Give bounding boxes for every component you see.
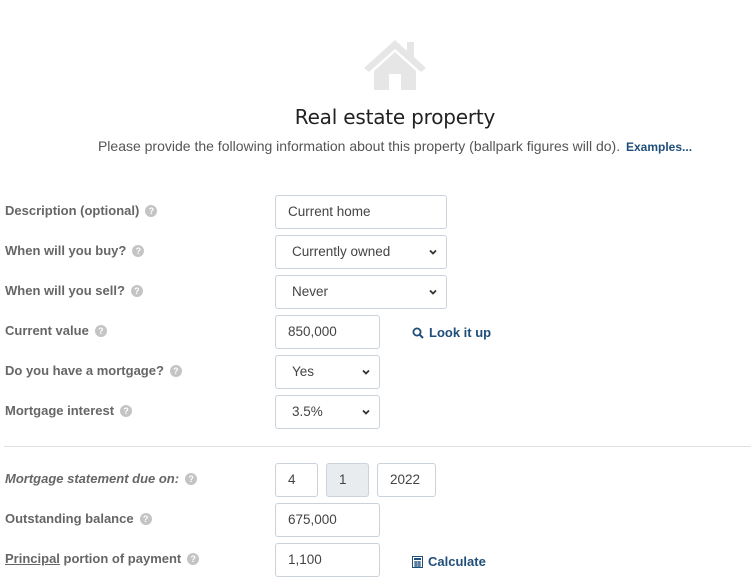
statement-day-input: 1 bbox=[326, 463, 369, 497]
subtitle-text: Please provide the following information… bbox=[97, 138, 621, 154]
look-it-up-link[interactable]: Look it up bbox=[412, 325, 491, 340]
buy-select[interactable]: Currently owned bbox=[275, 235, 447, 269]
sell-select[interactable]: Never bbox=[275, 275, 447, 309]
chevron-down-icon bbox=[362, 369, 370, 375]
description-row: Description (optional)? Current home bbox=[0, 195, 751, 229]
current-value-label-text: Current value bbox=[5, 323, 89, 338]
mortgage-select[interactable]: Yes bbox=[275, 355, 380, 389]
buy-select-value: Currently owned bbox=[292, 244, 391, 259]
interest-select-value: 3.5% bbox=[292, 404, 323, 419]
balance-label: Outstanding balance? bbox=[5, 511, 152, 526]
interest-select[interactable]: 3.5% bbox=[275, 395, 380, 429]
balance-row: Outstanding balance? 675,000 bbox=[0, 503, 751, 537]
mortgage-label: Do you have a mortgage?? bbox=[5, 363, 182, 378]
mortgage-label-text: Do you have a mortgage? bbox=[5, 363, 164, 378]
sell-select-value: Never bbox=[292, 284, 329, 299]
help-icon[interactable]: ? bbox=[185, 473, 198, 485]
description-label-text: Description (optional) bbox=[5, 203, 140, 218]
statement-due-label: Mortgage statement due on:? bbox=[5, 471, 198, 486]
section-divider bbox=[4, 446, 751, 447]
sell-label-text: When will you sell? bbox=[5, 283, 125, 298]
chevron-down-icon bbox=[429, 249, 437, 255]
interest-row: Mortgage interest? 3.5% bbox=[0, 395, 751, 429]
help-icon[interactable]: ? bbox=[187, 553, 200, 565]
description-input[interactable]: Current home bbox=[275, 195, 447, 229]
balance-input[interactable]: 675,000 bbox=[275, 503, 380, 537]
interest-label: Mortgage interest? bbox=[5, 403, 133, 418]
buy-label: When will you buy?? bbox=[5, 243, 145, 258]
balance-label-text: Outstanding balance bbox=[5, 511, 134, 526]
statement-month-input[interactable]: 4 bbox=[275, 463, 318, 497]
examples-link[interactable]: Examples... bbox=[626, 140, 692, 154]
help-icon[interactable]: ? bbox=[130, 285, 143, 297]
page-title: Real estate property bbox=[294, 105, 496, 129]
principal-term-link[interactable]: Principal bbox=[5, 551, 60, 566]
sell-label: When will you sell?? bbox=[5, 283, 143, 298]
house-icon bbox=[364, 40, 426, 90]
mortgage-select-value: Yes bbox=[292, 364, 315, 379]
help-icon[interactable]: ? bbox=[139, 513, 152, 525]
mortgage-row: Do you have a mortgage?? Yes bbox=[0, 355, 751, 389]
calculate-text: Calculate bbox=[428, 554, 486, 569]
help-icon[interactable]: ? bbox=[169, 365, 182, 377]
current-value-row: Current value? 850,000 Look it up bbox=[0, 315, 751, 349]
principal-row: Principal portion of payment? 1,100 Calc… bbox=[0, 543, 751, 577]
statement-due-row: Mortgage statement due on:? 4 1 2022 bbox=[0, 463, 751, 497]
statement-due-label-text: Mortgage statement due on: bbox=[5, 471, 180, 486]
look-it-up-text: Look it up bbox=[429, 325, 492, 340]
statement-year-input[interactable]: 2022 bbox=[377, 463, 436, 497]
current-value-input[interactable]: 850,000 bbox=[275, 315, 380, 349]
interest-label-text: Mortgage interest bbox=[5, 403, 115, 418]
help-icon[interactable]: ? bbox=[145, 205, 158, 217]
current-value-label: Current value? bbox=[5, 323, 107, 338]
chevron-down-icon bbox=[362, 409, 370, 415]
description-label: Description (optional)? bbox=[5, 203, 158, 218]
search-icon bbox=[412, 327, 424, 339]
chevron-down-icon bbox=[429, 289, 437, 295]
help-icon[interactable]: ? bbox=[94, 325, 107, 337]
calculate-link[interactable]: Calculate bbox=[412, 554, 486, 569]
calculator-icon bbox=[412, 556, 423, 568]
help-icon[interactable]: ? bbox=[120, 405, 133, 417]
principal-input[interactable]: 1,100 bbox=[275, 543, 380, 577]
buy-row: When will you buy?? Currently owned bbox=[0, 235, 751, 269]
principal-label: Principal portion of payment? bbox=[5, 551, 200, 566]
help-icon[interactable]: ? bbox=[132, 245, 145, 257]
sell-row: When will you sell?? Never bbox=[0, 275, 751, 309]
principal-label-text: portion of payment bbox=[59, 551, 182, 566]
page-subtitle: Please provide the following information… bbox=[0, 138, 751, 154]
buy-label-text: When will you buy? bbox=[5, 243, 127, 258]
